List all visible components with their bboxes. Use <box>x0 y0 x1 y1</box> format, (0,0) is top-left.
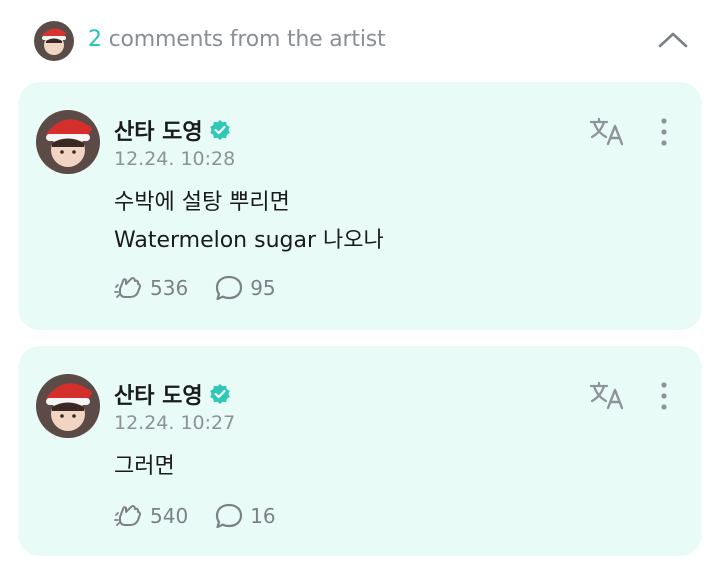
translate-icon[interactable] <box>588 116 628 148</box>
comment-stats: 536 95 <box>114 274 302 302</box>
cheer-hand-icon <box>114 505 141 526</box>
comment-line: 그러면 <box>114 454 175 479</box>
author-name[interactable]: 산타 도영 <box>114 378 203 410</box>
comment-timestamp: 12.24. 10:27 <box>114 412 236 434</box>
more-vertical-icon[interactable] <box>654 380 674 412</box>
reply-button[interactable]: 95 <box>214 274 276 302</box>
comment-body: 수박에 설탕 뿌리면 Watermelon sugar 나오나 <box>114 184 384 260</box>
avatar[interactable] <box>36 110 100 174</box>
comments-title-text: comments from the artist <box>108 27 386 52</box>
cheer-hand-icon <box>114 277 141 298</box>
like-button[interactable]: 540 <box>114 503 188 529</box>
comment-line: Watermelon sugar 나오나 <box>114 228 384 253</box>
author-name[interactable]: 산타 도영 <box>114 114 203 146</box>
comment-line: 수박에 설탕 뿌리면 <box>114 190 290 215</box>
like-button[interactable]: 536 <box>114 275 188 301</box>
comments-header: 2 comments from the artist <box>0 0 720 80</box>
reply-count: 16 <box>250 504 276 528</box>
more-vertical-icon[interactable] <box>654 116 674 148</box>
speech-bubble-icon <box>216 275 243 301</box>
verified-badge-icon <box>209 384 230 404</box>
author-row: 산타 도영 <box>114 114 231 146</box>
like-count: 536 <box>150 276 189 300</box>
artist-comment-card: 산타 도영 12.24. 10:28 수박에 설탕 뿌리면 Watermelon… <box>18 82 702 330</box>
comment-count: 2 <box>88 27 102 52</box>
comments-title: 2 comments from the artist <box>88 27 386 52</box>
comment-stats: 540 16 <box>114 502 302 530</box>
translate-icon[interactable] <box>588 380 628 412</box>
comment-body: 그러면 <box>114 448 175 486</box>
avatar[interactable] <box>36 374 100 438</box>
speech-bubble-icon <box>216 503 243 529</box>
author-row: 산타 도영 <box>114 378 231 410</box>
artist-comment-card: 산타 도영 12.24. 10:27 그러면 540 16 <box>18 346 702 556</box>
reply-button[interactable]: 16 <box>214 502 276 530</box>
like-count: 540 <box>150 504 189 528</box>
artist-avatar-small <box>34 21 74 61</box>
reply-count: 95 <box>250 276 276 300</box>
verified-badge-icon <box>209 120 230 140</box>
comment-timestamp: 12.24. 10:28 <box>114 148 236 170</box>
chevron-up-icon[interactable] <box>656 28 690 52</box>
